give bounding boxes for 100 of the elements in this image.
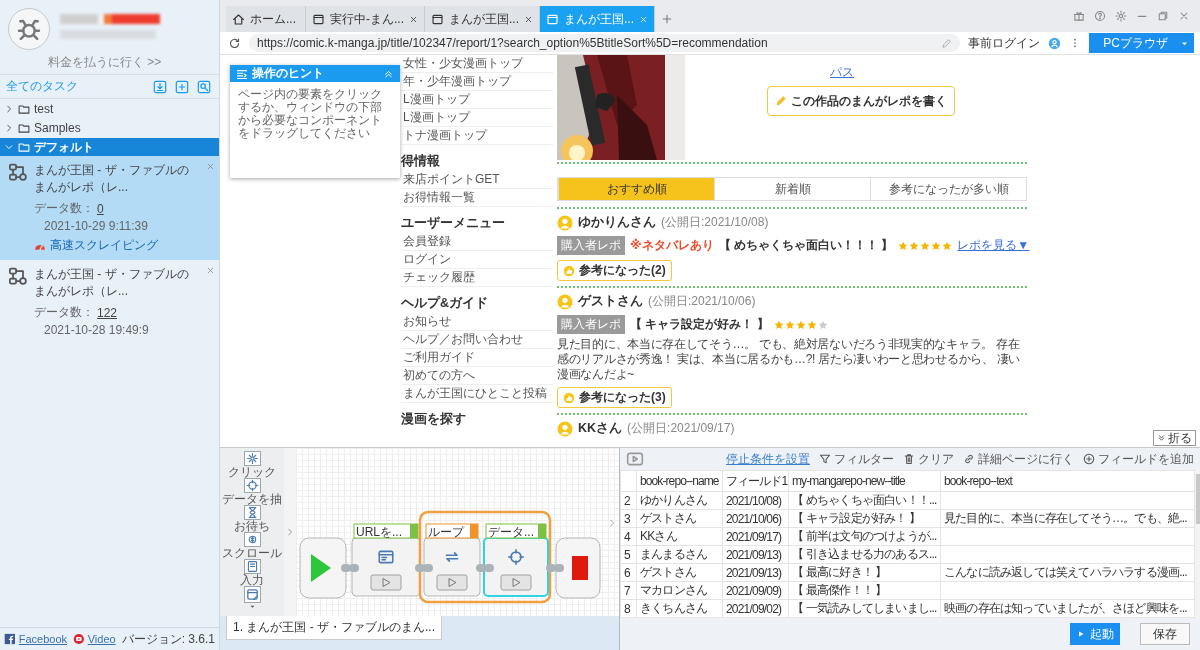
close-icon[interactable]	[639, 14, 649, 24]
table-cell: 【 引き込ませる力のあるス...	[788, 545, 941, 564]
refresh-icon[interactable]	[228, 36, 241, 50]
helpful-button[interactable]: 参考になった(3)	[557, 387, 672, 408]
add-icon	[1083, 453, 1095, 465]
chevron-icon[interactable]	[4, 142, 14, 152]
sort-tab[interactable]: 参考になったが多い順	[870, 178, 1026, 200]
help-icon[interactable]	[1094, 10, 1106, 22]
column-header[interactable]: my-mangarepo-new--title	[788, 470, 941, 492]
add-icon[interactable]	[175, 79, 189, 94]
close-icon[interactable]	[524, 14, 533, 24]
nav-link[interactable]: L漫画トップ	[401, 109, 553, 127]
collapse-icon[interactable]	[383, 68, 394, 79]
review-text: 見た目的に、本当に存在してそう…。 でも、絶対居ないだろう非現実的なキャラ。 存在感のリアルさが秀逸！ 実は、本当に居るかも…?! 居たら凄いわーと思わせるから、 凄い漫画なんだよ~	[557, 337, 1022, 382]
browser-tab[interactable]: ホーム...	[226, 6, 306, 32]
tool-button[interactable]: 入力	[240, 559, 264, 586]
nav-link[interactable]: ヘルプ／お問い合わせ	[401, 331, 553, 349]
nav-link[interactable]: L漫画トップ	[401, 91, 553, 109]
nav-link[interactable]: お知らせ	[401, 313, 553, 331]
fold-icon	[1157, 433, 1166, 443]
play-button[interactable]	[436, 574, 468, 591]
restore-icon[interactable]	[1157, 10, 1169, 22]
close-icon[interactable]	[409, 14, 418, 24]
nav-link[interactable]: 年・少年漫画トップ	[401, 73, 553, 91]
tool-button[interactable]: クリック	[228, 451, 276, 478]
chevron-icon[interactable]	[4, 123, 14, 133]
tree-item[interactable]: Samples	[0, 119, 219, 137]
nav-link[interactable]: ログイン	[401, 251, 553, 269]
tree-item[interactable]: デフォルト	[0, 138, 219, 156]
task-item[interactable]: まんが王国 - ザ・ファブルのまんがレポ（レ... データ数： 122 2021-10-28 19:49:9	[0, 260, 219, 343]
address-field[interactable]: https://comic.k-manga.jp/title/102347/report/1?search_option%5BtitleSort%5D=recommendation	[249, 34, 961, 52]
tool-button[interactable]: スクロール	[222, 532, 282, 559]
page-icon	[312, 12, 325, 26]
save-button[interactable]: 保存	[1140, 623, 1190, 645]
chevron-icon[interactable]	[4, 104, 14, 114]
toolbar-button[interactable]: フィルター	[819, 450, 894, 468]
sort-tab[interactable]: 新着順	[714, 178, 870, 200]
nav-link[interactable]: チェック履歴	[401, 269, 553, 287]
download-icon[interactable]	[153, 79, 167, 94]
tool-button[interactable]: データを抽	[222, 478, 282, 505]
facebook-link[interactable]: Facebook	[18, 633, 67, 645]
close-icon[interactable]	[206, 266, 215, 275]
table-cell: 【 一気読みしてしまいまし...	[788, 599, 941, 618]
data-count[interactable]: 0	[97, 201, 104, 216]
task-tab[interactable]: 1. まんが王国 - ザ・ファブルのまん...	[226, 616, 442, 640]
column-header[interactable]: book-repo--name	[636, 470, 723, 492]
gift-icon[interactable]	[1073, 10, 1085, 22]
toolbar-button[interactable]: 詳細ページに行く	[963, 450, 1074, 468]
flow-icon	[8, 266, 28, 286]
edit-icon[interactable]	[941, 37, 953, 49]
data-count[interactable]: 122	[97, 305, 118, 320]
plus-icon[interactable]	[661, 13, 674, 25]
show-review-link[interactable]: レポを見る▼	[957, 237, 1030, 254]
nav-link[interactable]: 女性・少女漫画トップ	[401, 55, 553, 73]
helpful-button[interactable]: 参考になった(2)	[557, 260, 672, 281]
stop-condition-link[interactable]: 停止条件を設置	[726, 450, 810, 468]
nav-link[interactable]: 初めての方へ	[401, 367, 553, 385]
nav-link[interactable]: 来店ポイントGET	[401, 171, 553, 189]
facebook-icon[interactable]	[4, 633, 16, 645]
play-button[interactable]	[500, 574, 532, 591]
play-icon[interactable]	[626, 450, 644, 468]
settings-icon[interactable]	[1115, 10, 1127, 22]
expand-icon[interactable]	[285, 527, 295, 537]
tool-button[interactable]: お待ち	[234, 505, 270, 532]
row-number: 3	[620, 509, 637, 528]
login-link[interactable]: 事前ログイン	[968, 34, 1041, 52]
browser-window-icon	[379, 551, 393, 563]
close-icon[interactable]	[1178, 10, 1190, 22]
column-header[interactable]: フィールド1	[722, 470, 789, 492]
table-cell: ゆかりんさん	[636, 491, 723, 510]
search-icon[interactable]	[197, 79, 211, 94]
nav-link[interactable]: ご利用ガイド	[401, 349, 553, 367]
row-number: 6	[620, 563, 637, 582]
play-button[interactable]	[370, 574, 402, 591]
task-item[interactable]: まんが王国 - ザ・ファブルのまんがレポ（レ... データ数： 0 2021-10-29 9:11:39 高速スクレイピング	[0, 156, 219, 260]
expand-icon[interactable]	[607, 518, 617, 528]
tree-item[interactable]: test	[0, 100, 219, 118]
video-icon[interactable]	[73, 633, 85, 645]
nav-link[interactable]: お得情報一覧	[401, 189, 553, 207]
column-header[interactable]: book-repo--text	[940, 470, 1195, 492]
genre-link[interactable]: パス	[830, 64, 854, 81]
browser-tab[interactable]: まんが王国...	[425, 6, 540, 32]
table-cell: 2021/09/13)	[722, 545, 789, 564]
connector	[546, 564, 564, 572]
purchase-badge: 購入者レポ	[557, 236, 625, 255]
trash-icon	[903, 453, 915, 465]
scrollbar[interactable]	[1195, 470, 1200, 618]
home-icon	[232, 12, 245, 26]
video-link[interactable]: Video	[87, 633, 116, 645]
write-review-button[interactable]: この作品のまんがレポを書く	[767, 86, 955, 116]
nav-link[interactable]: 会員登録	[401, 233, 553, 251]
sort-tab[interactable]: おすすめ順	[558, 178, 714, 200]
user-icon[interactable]	[1048, 36, 1062, 50]
row-number: 5	[620, 545, 637, 564]
toolbar-button[interactable]: クリア	[903, 450, 954, 468]
nav-link[interactable]: まんが王国にひとこと投稿	[401, 385, 553, 403]
nav-link[interactable]: トナ漫画トップ	[401, 127, 553, 145]
toolbar-button[interactable]: フィールドを追加	[1083, 450, 1194, 468]
browser-tab[interactable]: 実行中-まん...	[306, 6, 425, 32]
fold-button[interactable]: 折る	[1153, 430, 1196, 446]
